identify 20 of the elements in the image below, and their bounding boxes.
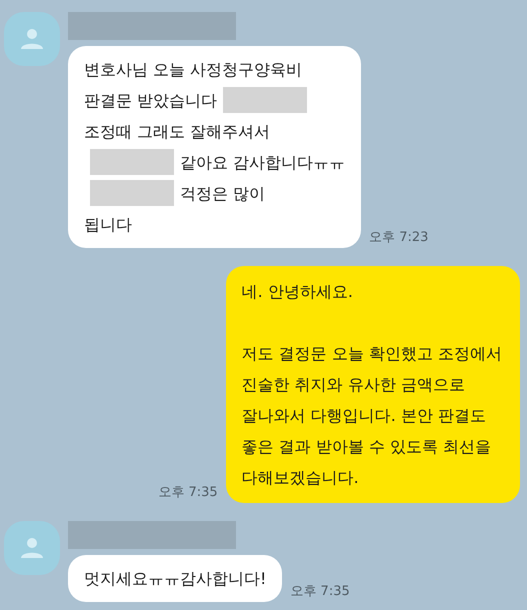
message-text: 판결문 받았습니다 bbox=[84, 90, 218, 112]
message-time: 오후 7:35 bbox=[158, 484, 218, 502]
message-text: 됩니다 bbox=[84, 214, 132, 236]
message-text: 네. 안녕하세요. bbox=[242, 281, 353, 303]
message-time: 오후 7:23 bbox=[369, 229, 428, 247]
message-text: 좋은 결과 받아볼 수 있도록 최선을 bbox=[242, 436, 492, 458]
message-text: 잘나와서 다행입니다. 본안 판결도 bbox=[242, 405, 486, 427]
avatar[interactable] bbox=[4, 521, 60, 575]
message-text: 걱정은 많이 bbox=[180, 183, 266, 205]
message-text: 다해보겠습니다. bbox=[242, 467, 359, 489]
person-icon bbox=[20, 536, 44, 560]
message-text: 변호사님 오늘 사정청구양육비 bbox=[84, 59, 302, 81]
message-text: 조정때 그래도 잘해주셔서 bbox=[84, 121, 270, 143]
message-text: 같아요 감사합니다ㅠㅠ bbox=[180, 152, 346, 174]
avatar[interactable] bbox=[4, 12, 60, 66]
message-text: 진술한 취지와 유사한 금액으로 bbox=[242, 374, 465, 396]
message-time: 오후 7:35 bbox=[290, 583, 350, 601]
person-icon bbox=[20, 27, 44, 51]
message-text: 저도 결정문 오늘 확인했고 조정에서 bbox=[242, 343, 502, 365]
message-text: 멋지세요ㅠㅠ감사합니다! bbox=[84, 568, 266, 590]
